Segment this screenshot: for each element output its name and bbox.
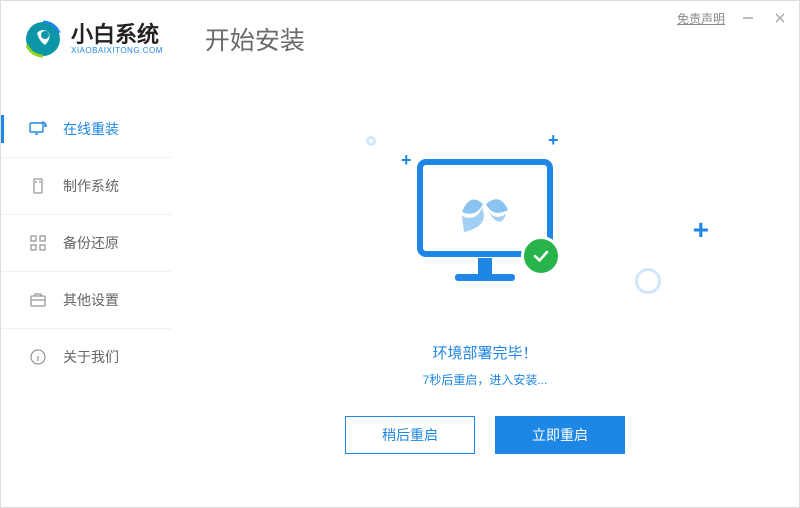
grid-icon xyxy=(29,234,47,252)
plus-decoration-icon: + xyxy=(548,130,559,151)
status-title: 环境部署完毕！ xyxy=(432,342,537,363)
plus-decoration-icon: + xyxy=(693,214,709,246)
page-title: 开始安装 xyxy=(205,21,305,57)
sidebar-item-other-settings[interactable]: 其他设置 xyxy=(1,272,171,329)
restart-now-button[interactable]: 立即重启 xyxy=(495,416,625,454)
sidebar-item-label: 其他设置 xyxy=(63,290,119,310)
main-content: + + + 环境部署完毕！ 7秒后重启，进入安装... 稍后重启 立即重 xyxy=(171,81,799,507)
logo-icon xyxy=(23,19,63,59)
brand-subtitle: XIAOBAIXITONG.COM xyxy=(71,47,163,56)
brand-logo: 小白系统 XIAOBAIXITONG.COM xyxy=(23,19,163,59)
brand-name: 小白系统 xyxy=(71,23,163,47)
usb-icon xyxy=(29,177,47,195)
sidebar-item-make-system[interactable]: 制作系统 xyxy=(1,158,171,215)
status-graphic: + + + xyxy=(171,128,799,328)
disclaimer-link[interactable]: 免责声明 xyxy=(677,10,725,27)
sidebar-item-reinstall[interactable]: 在线重装 xyxy=(1,101,171,158)
sidebar-item-about[interactable]: 关于我们 xyxy=(1,329,171,385)
sidebar-item-label: 关于我们 xyxy=(63,347,119,367)
sidebar-item-label: 制作系统 xyxy=(63,176,119,196)
sidebar-item-label: 备份还原 xyxy=(63,233,119,253)
sidebar-item-backup[interactable]: 备份还原 xyxy=(1,215,171,272)
minimize-button[interactable] xyxy=(739,9,757,27)
restart-later-button[interactable]: 稍后重启 xyxy=(345,416,475,454)
sidebar-item-label: 在线重装 xyxy=(63,119,119,139)
info-icon xyxy=(29,348,47,366)
sidebar: 在线重装 制作系统 备份还原 其他设置 xyxy=(1,101,171,385)
success-check-icon xyxy=(521,236,561,276)
close-button[interactable] xyxy=(771,9,789,27)
briefcase-icon xyxy=(29,291,47,309)
monitor-refresh-icon xyxy=(29,120,47,138)
status-subtitle: 7秒后重启，进入安装... xyxy=(423,371,548,388)
